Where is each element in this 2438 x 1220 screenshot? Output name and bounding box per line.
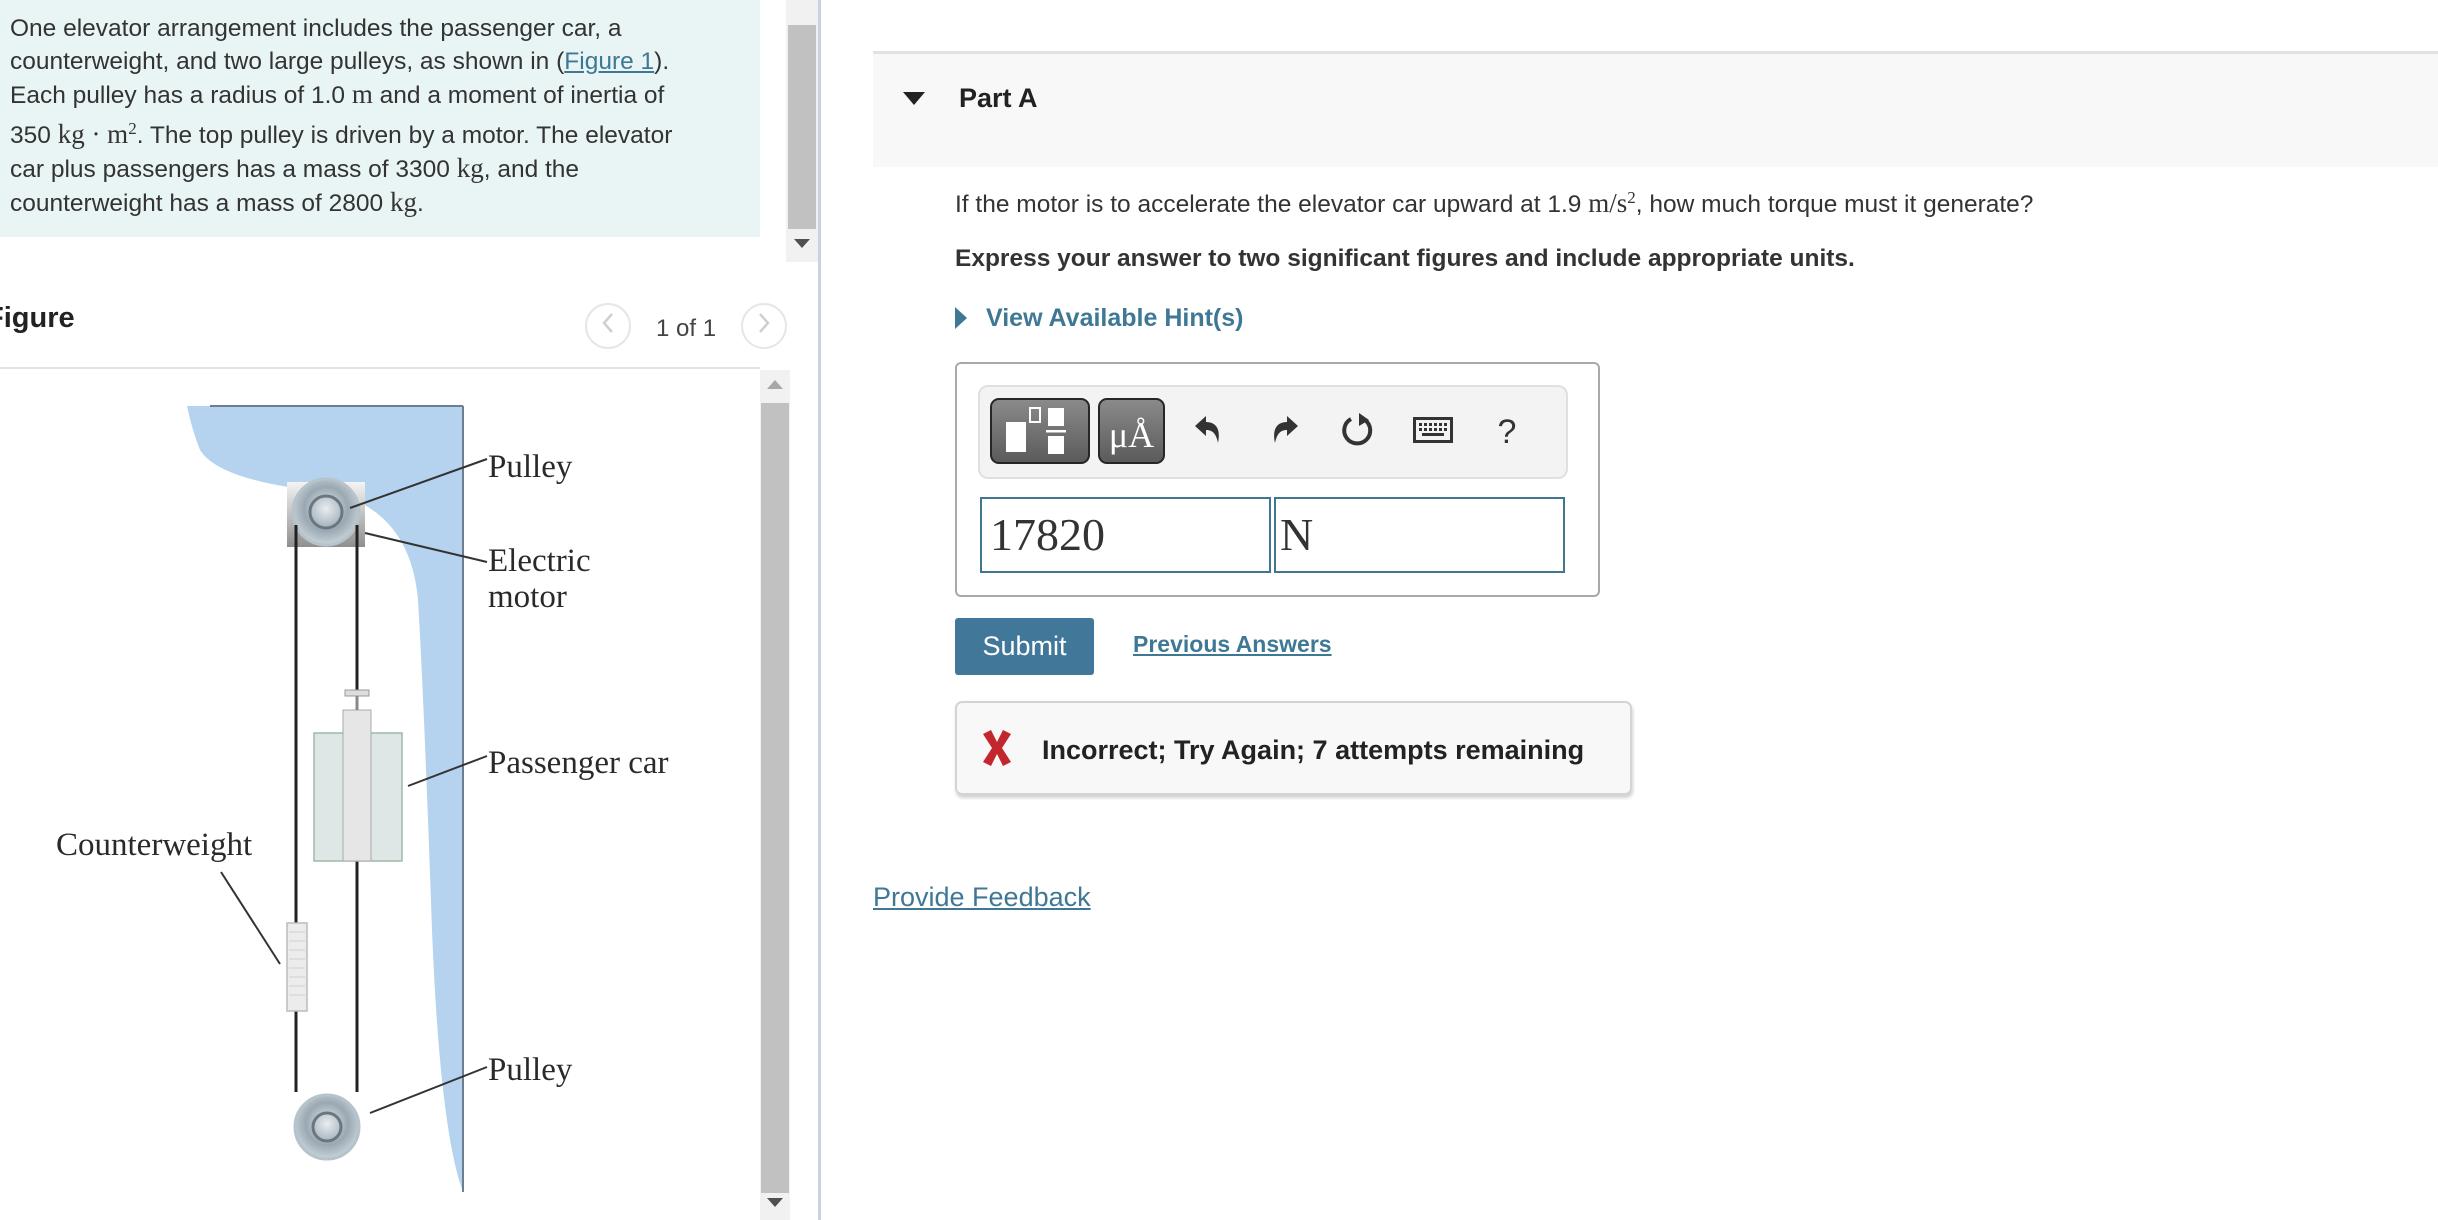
problem-line: car plus passengers has a mass of 3300 k… <box>10 153 580 184</box>
label-bottom-pulley: Pulley <box>488 1052 573 1088</box>
scroll-down-icon[interactable] <box>794 239 810 248</box>
elevator-figure: Pulley Electric motor Passenger car Coun… <box>56 405 669 1192</box>
counterweight <box>286 922 308 1012</box>
scroll-down-icon[interactable] <box>767 1198 783 1207</box>
answer-value-input[interactable]: 17820 <box>980 497 1271 573</box>
bottom-pulley <box>293 1093 361 1161</box>
figure-next-button[interactable] <box>741 303 787 349</box>
keyboard-icon <box>1413 416 1453 448</box>
panel-divider[interactable] <box>818 0 821 1220</box>
view-hints-link[interactable]: View Available Hint(s) <box>986 304 1243 333</box>
keyboard-button[interactable] <box>1409 408 1457 456</box>
collapse-caret-icon[interactable] <box>903 92 925 105</box>
help-button[interactable]: ? <box>1483 408 1531 456</box>
submit-button[interactable]: Submit <box>955 618 1094 675</box>
redo-icon <box>1268 413 1302 452</box>
feedback-message: Incorrect; Try Again; 7 attempts remaini… <box>1042 735 1585 765</box>
label-counterweight: Counterweight <box>56 827 252 863</box>
problem-line: Each pulley has a radius of 1.0 m and a … <box>10 79 665 109</box>
figure-pager-label: 1 of 1 <box>656 315 717 342</box>
label-passenger-car: Passenger car <box>488 745 669 781</box>
figure-title: Figure <box>0 302 75 334</box>
label-top-pulley: Pulley <box>488 449 573 485</box>
problem-line: counterweight has a mass of 2800 kg. <box>10 187 424 218</box>
label-electric-motor: Electric <box>488 543 591 579</box>
reset-button[interactable] <box>1334 408 1382 456</box>
answer-unit-input[interactable]: N <box>1274 497 1565 573</box>
question-text: If the motor is to accelerate the elevat… <box>955 188 2034 219</box>
label-electric-motor-2: motor <box>488 579 567 615</box>
problem-scrollbar[interactable] <box>786 0 818 262</box>
figure-divider <box>0 367 760 369</box>
figure-link[interactable]: Figure 1 <box>564 48 654 75</box>
scrollbar-thumb[interactable] <box>761 403 789 1193</box>
previous-answers-link[interactable]: Previous Answers <box>1133 631 1332 658</box>
answer-instruction: Express your answer to two significant f… <box>955 245 1855 272</box>
chevron-left-icon <box>600 309 616 343</box>
incorrect-x-icon <box>979 728 1015 768</box>
expand-caret-icon[interactable] <box>955 307 967 329</box>
figure-prev-button[interactable] <box>585 303 631 349</box>
chevron-right-icon <box>756 309 772 343</box>
problem-line: counterweight, and two large pulleys, as… <box>10 48 670 75</box>
part-a-header[interactable] <box>873 51 2438 167</box>
units-button[interactable]: μÅ <box>1098 398 1165 464</box>
help-icon: ? <box>1497 412 1517 451</box>
problem-line: One elevator arrangement includes the pa… <box>10 15 622 42</box>
units-icon: μÅ <box>1108 415 1155 455</box>
problem-line: 350 kg · m2. The top pulley is driven by… <box>10 119 673 150</box>
redo-button[interactable] <box>1261 408 1309 456</box>
undo-icon <box>1191 413 1225 452</box>
provide-feedback-link[interactable]: Provide Feedback <box>873 882 1091 913</box>
scrollbar-thumb[interactable] <box>788 25 816 229</box>
undo-button[interactable] <box>1184 408 1232 456</box>
problem-text: One elevator arrangement includes the pa… <box>10 12 750 220</box>
reset-icon <box>1339 411 1377 454</box>
scroll-up-icon[interactable] <box>767 380 783 389</box>
figure-scrollbar[interactable] <box>760 370 790 1220</box>
part-title[interactable]: Part A <box>959 83 1038 114</box>
templates-button[interactable] <box>990 398 1090 464</box>
top-pulley <box>291 477 361 547</box>
